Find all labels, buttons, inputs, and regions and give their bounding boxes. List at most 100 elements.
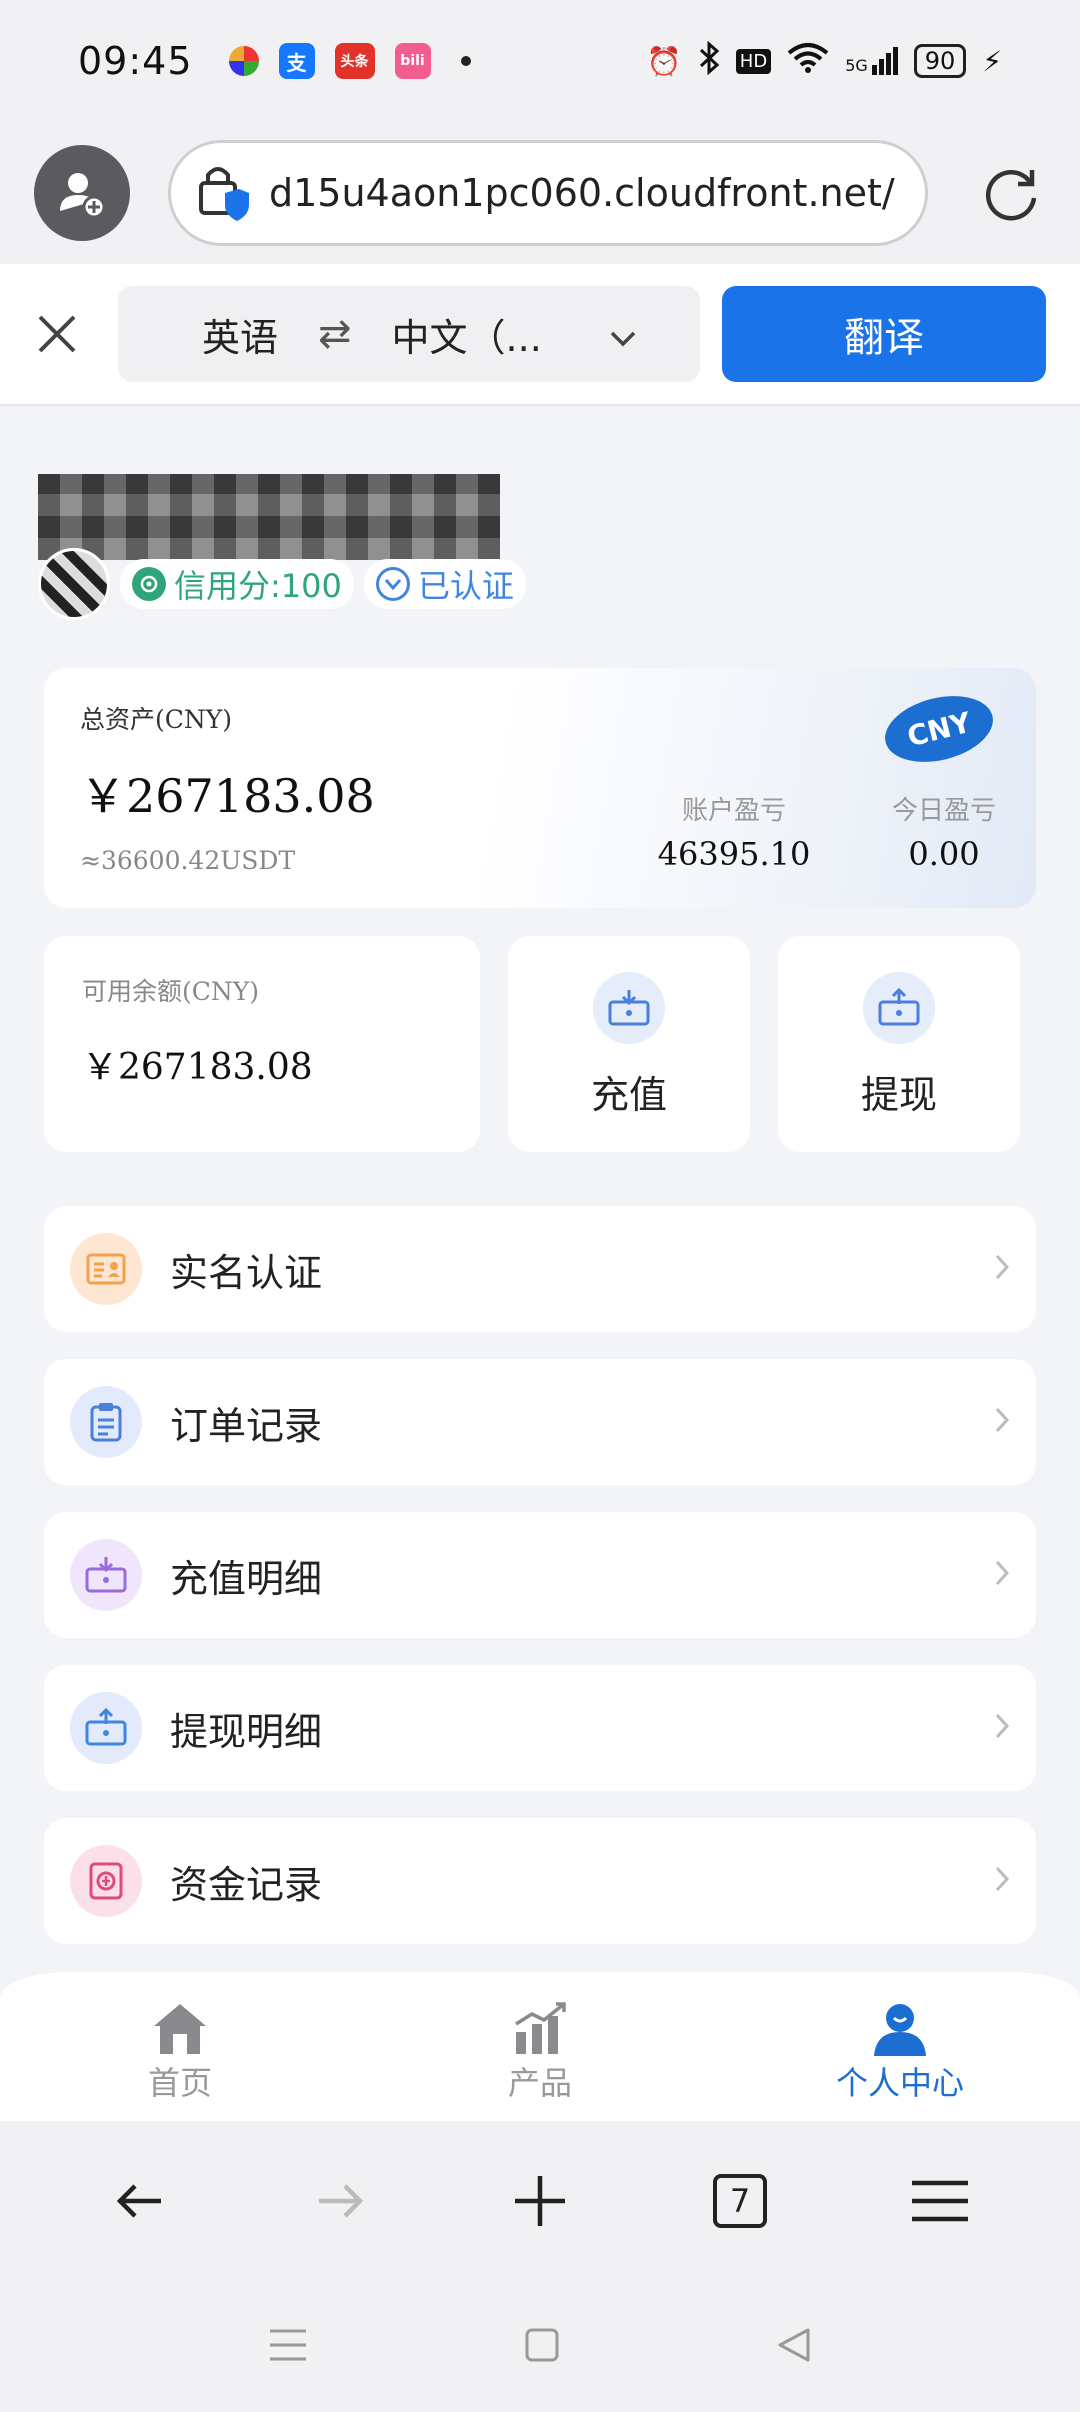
account-pnl-label: 账户盈亏	[681, 796, 786, 826]
browser-toolbar: 7	[0, 2121, 1080, 2281]
account-pnl: 账户盈亏 46395.10	[624, 790, 844, 873]
more-notifications-icon	[460, 56, 471, 66]
menu-item-order-records[interactable]: 订单记录	[44, 1359, 1036, 1485]
translate-button[interactable]: 翻译	[722, 286, 1046, 382]
chevron-down-icon	[610, 312, 636, 356]
today-pnl-label: 今日盈亏	[891, 796, 996, 826]
total-assets-card: 总资产(CNY) ￥267183.08 ≈36600.42USDT 账户盈亏 4…	[44, 668, 1036, 908]
signal-icon: 5G	[845, 47, 898, 75]
new-tab-button[interactable]	[490, 2151, 590, 2251]
user-tags: 信用分:100 已认证	[38, 548, 526, 620]
bilibili-icon: bili	[394, 43, 431, 79]
tabs-button[interactable]: 7	[690, 2151, 790, 2251]
arrow-left-icon	[116, 2184, 161, 2218]
network-type: 5G	[845, 56, 868, 75]
verified-text: 已认证	[417, 567, 514, 605]
deposit-icon	[593, 972, 665, 1044]
deposit-icon	[70, 1539, 142, 1611]
chevron-right-icon	[994, 1865, 1010, 1897]
withdraw-button[interactable]: 提现	[778, 936, 1020, 1152]
bluetooth-icon	[698, 40, 720, 82]
browser-url-bar: d15u4aon1pc060.cloudfront.net/	[0, 122, 1080, 264]
menu-item-real-name-auth[interactable]: 实名认证	[44, 1206, 1036, 1332]
usdt-equivalent: ≈36600.42USDT	[80, 846, 296, 875]
translate-bar: 英语 ⇄ 中文（... 翻译	[0, 264, 1080, 406]
target-language: 中文（...	[391, 315, 542, 360]
back-nav-button[interactable]	[776, 2327, 812, 2367]
tab-home-label: 首页	[147, 2064, 212, 2102]
withdraw-label: 提现	[860, 1073, 937, 1117]
clipboard-icon	[70, 1386, 142, 1458]
swap-languages-icon[interactable]: ⇄	[318, 311, 352, 357]
avatar[interactable]	[38, 548, 110, 620]
menu-item-withdraw-details[interactable]: 提现明细	[44, 1665, 1036, 1791]
hamburger-menu-icon	[912, 2180, 968, 2222]
browser-profile-button[interactable]	[34, 145, 130, 241]
tab-products[interactable]: 产品	[360, 2002, 720, 2121]
arrow-right-icon	[319, 2184, 364, 2218]
status-bar: 09:45 支 头条 bili ⏰ HD 5G 90 ⚡	[0, 0, 1080, 122]
language-selector[interactable]: 英语 ⇄ 中文（...	[118, 286, 700, 382]
menu-label: 提现明细	[170, 1709, 323, 1754]
tab-products-label: 产品	[507, 2064, 572, 2102]
app-notification-icon	[228, 46, 259, 76]
tab-profile-label: 个人中心	[835, 2064, 964, 2102]
close-icon	[38, 315, 76, 353]
alipay-icon: 支	[278, 43, 315, 79]
close-translate-button[interactable]	[34, 311, 80, 357]
alarm-icon: ⏰	[646, 44, 682, 78]
wifi-icon	[787, 42, 829, 81]
menu-label: 实名认证	[170, 1250, 323, 1295]
charging-icon: ⚡	[982, 44, 1002, 78]
home-nav-button[interactable]	[524, 2327, 560, 2367]
system-navigation-bar	[0, 2281, 1080, 2412]
home-icon	[154, 2004, 206, 2054]
hd-icon: HD	[735, 48, 772, 74]
reload-icon	[985, 170, 1037, 221]
back-button[interactable]	[90, 2151, 190, 2251]
credit-score-badge: 信用分:100	[120, 559, 354, 609]
deposit-label: 充值	[590, 1073, 667, 1117]
url-text: d15u4aon1pc060.cloudfront.net/	[269, 171, 895, 215]
chevron-right-icon	[994, 1559, 1010, 1591]
page-content: 信用分:100 已认证 总资产(CNY) ￥267183.08 ≈36600.4…	[0, 406, 1080, 2121]
verified-badge: 已认证	[363, 559, 526, 609]
forward-button[interactable]	[290, 2151, 390, 2251]
status-time: 09:45	[78, 39, 193, 83]
tab-home[interactable]: 首页	[0, 2002, 360, 2121]
menu-item-fund-records[interactable]: 资金记录	[44, 1818, 1036, 1944]
today-pnl-value: 0.00	[908, 835, 980, 873]
deposit-button[interactable]: 充值	[508, 936, 750, 1152]
reload-button[interactable]	[976, 158, 1046, 228]
verified-icon	[375, 567, 410, 601]
tabs-count: 7	[713, 2174, 767, 2228]
withdraw-icon	[70, 1692, 142, 1764]
credit-score-text: 信用分:100	[174, 567, 342, 605]
menu-label: 充值明细	[170, 1556, 323, 1601]
status-right: ⏰ HD 5G 90 ⚡	[646, 40, 1002, 82]
recent-apps-button[interactable]	[268, 2327, 308, 2367]
menu-button[interactable]	[890, 2151, 990, 2251]
battery-level: 90	[924, 47, 956, 75]
chevron-right-icon	[994, 1406, 1010, 1438]
recents-icon	[270, 2329, 306, 2360]
url-field[interactable]: d15u4aon1pc060.cloudfront.net/	[168, 140, 928, 246]
menu-label: 资金记录	[170, 1862, 323, 1907]
withdraw-icon	[863, 972, 935, 1044]
back-triangle-icon	[778, 2328, 810, 2361]
chart-icon	[515, 2002, 566, 2054]
app-tab-bar: 首页 产品 个人中心	[0, 1972, 1080, 2121]
tab-profile[interactable]: 个人中心	[720, 2002, 1080, 2121]
toutiao-icon: 头条	[334, 43, 375, 79]
balance-label: 可用余额(CNY)	[82, 977, 260, 1006]
funds-icon	[70, 1845, 142, 1917]
menu-item-deposit-details[interactable]: 充值明细	[44, 1512, 1036, 1638]
balance-value: ￥267183.08	[82, 1047, 313, 1088]
user-icon	[874, 2004, 926, 2056]
chevron-right-icon	[994, 1712, 1010, 1744]
id-card-icon	[70, 1233, 142, 1305]
total-assets-label: 总资产(CNY)	[80, 705, 233, 734]
chevron-right-icon	[994, 1253, 1010, 1285]
source-language: 英语	[202, 315, 279, 360]
available-balance-card: 可用余额(CNY) ￥267183.08	[44, 936, 480, 1152]
